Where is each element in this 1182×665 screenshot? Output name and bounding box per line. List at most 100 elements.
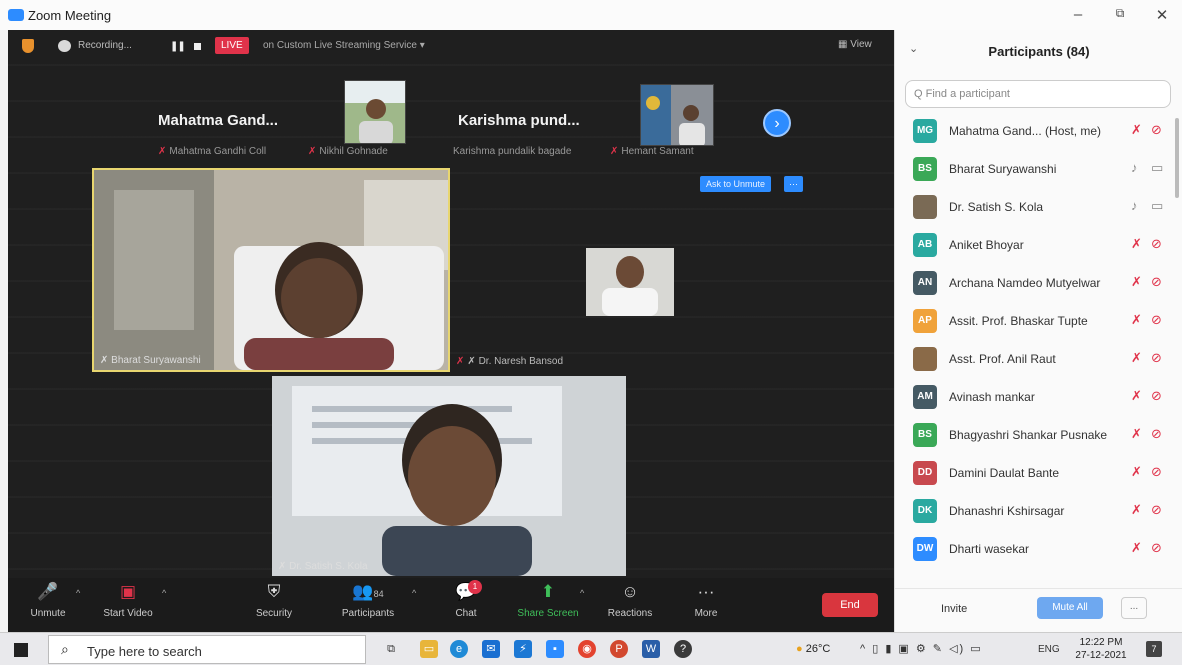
mic-muted-icon[interactable]: ✗ (1131, 388, 1142, 404)
word-icon[interactable]: W (642, 640, 660, 658)
avatar (913, 347, 937, 371)
mic-muted-icon[interactable]: ✗ (1131, 502, 1142, 518)
participant-row[interactable]: MG Mahatma Gand... (Host, me) ✗ ⊘ (895, 112, 1182, 150)
close-button[interactable]: ✕ (1150, 6, 1174, 26)
help-icon[interactable]: ? (674, 640, 692, 658)
end-meeting-button[interactable]: End (822, 593, 878, 617)
participant-row[interactable]: AN Archana Namdeo Mutyelwar ✗ ⊘ (895, 264, 1182, 302)
stop-recording-icon[interactable] (194, 43, 201, 50)
windows-start-icon[interactable] (14, 643, 28, 657)
mic-muted-icon[interactable]: ✗ (1131, 312, 1142, 328)
camera-off-icon[interactable]: ⊘ (1151, 122, 1162, 138)
participant-row[interactable]: DW Dharti wasekar ✗ ⊘ (895, 530, 1182, 568)
participants-button[interactable]: 👥84 Participants (328, 582, 408, 619)
language-indicator[interactable]: ENG (1038, 644, 1060, 655)
camera-off-icon[interactable]: ⊘ (1151, 540, 1162, 556)
edge-icon[interactable]: e (450, 640, 468, 658)
mic-muted-icon[interactable]: ✗ (1131, 350, 1142, 366)
participants-options-caret[interactable]: ^ (412, 588, 416, 598)
share-screen-button[interactable]: ⬆ Share Screen (508, 582, 588, 619)
participant-photo-hemant (641, 85, 713, 145)
restore-button[interactable]: ⧉ (1108, 6, 1132, 26)
file-explorer-icon[interactable]: ▭ (420, 640, 438, 658)
camera-off-icon[interactable]: ⊘ (1151, 388, 1162, 404)
system-tray-icons[interactable]: ^ ▯ ▮ ▣ ⚙ ✎ ◁) ▭ (860, 642, 983, 655)
participant-name: Aniket Bhoyar (949, 238, 1024, 252)
participant-row[interactable]: AP Assit. Prof. Bhaskar Tupte ✗ ⊘ (895, 302, 1182, 340)
live-badge[interactable]: LIVE (215, 37, 249, 54)
clock-time: 12:22 PM (1079, 637, 1123, 648)
view-button[interactable]: ▦ View (838, 39, 872, 50)
mail-icon[interactable]: ✉ (482, 640, 500, 658)
clock[interactable]: 12:22 PM 27-12-2021 (1072, 636, 1130, 662)
participant-row[interactable]: DK Dhanashri Kshirsagar ✗ ⊘ (895, 492, 1182, 530)
participant-row[interactable]: BS Bharat Suryawanshi ♪ ▭ (895, 150, 1182, 188)
participant-list: MG Mahatma Gand... (Host, me) ✗ ⊘ BS Bharat S… (895, 112, 1182, 578)
panel-more-button[interactable]: ... (1121, 597, 1147, 619)
camera-off-icon[interactable]: ⊘ (1151, 350, 1162, 366)
audio-options-caret[interactable]: ^ (76, 588, 80, 598)
camera-off-icon[interactable]: ⊘ (1151, 274, 1162, 290)
mic-muted-icon[interactable]: ✗ (1131, 464, 1142, 480)
invite-button[interactable]: Invite (933, 599, 975, 619)
zoom-taskbar-icon[interactable]: ▪ (546, 640, 564, 658)
participant-row[interactable]: Asst. Prof. Anil Raut ✗ ⊘ (895, 340, 1182, 378)
chat-button[interactable]: 💬 1 Chat (426, 580, 506, 619)
video-options-caret[interactable]: ^ (162, 588, 166, 598)
mute-all-button[interactable]: Mute All (1037, 597, 1103, 619)
participant-name: Archana Namdeo Mutyelwar (949, 276, 1101, 290)
store-icon[interactable]: ⚡ (514, 640, 532, 658)
weather-widget[interactable]: ● 26°C (796, 643, 830, 655)
camera-icon[interactable]: ▭ (1151, 198, 1163, 214)
chrome-icon[interactable]: ◉ (578, 640, 596, 658)
taskbar-search-box[interactable]: ⌕ Type here to search (48, 635, 366, 664)
avatar: DW (913, 537, 937, 561)
participant-row[interactable]: Dr. Satish S. Kola ♪ ▭ (895, 188, 1182, 226)
task-view-icon[interactable]: ⧉ (382, 640, 400, 658)
mic-muted-icon[interactable]: ✗ (1131, 274, 1142, 290)
avatar: BS (913, 157, 937, 181)
video-feed-satish (272, 376, 626, 576)
mic-muted-icon[interactable]: ✗ (1131, 122, 1142, 138)
camera-off-icon[interactable]: ⊘ (1151, 426, 1162, 442)
label-nikhil: ✗ Nikhil Gohnade (308, 146, 388, 157)
video-tile-satish[interactable]: ✗ Dr. Satish S. Kola (272, 376, 626, 576)
video-tile-naresh[interactable] (586, 248, 674, 316)
camera-off-icon[interactable]: ⊘ (1151, 502, 1162, 518)
avatar: AB (913, 233, 937, 257)
powerpoint-icon[interactable]: P (610, 640, 628, 658)
shield-icon: ⛨ (267, 582, 281, 601)
live-stream-service[interactable]: on Custom Live Streaming Service ▾ (263, 40, 425, 51)
participant-name: Assit. Prof. Bhaskar Tupte (949, 314, 1088, 328)
tile-more-button[interactable]: ··· (784, 176, 803, 192)
camera-off-icon[interactable]: ⊘ (1151, 312, 1162, 328)
mic-muted-icon[interactable]: ✗ (1131, 426, 1142, 442)
start-video-button[interactable]: ▣ Start Video (88, 582, 168, 619)
people-icon: 👥84 (352, 582, 384, 601)
participant-row[interactable]: AB Aniket Bhoyar ✗ ⊘ (895, 226, 1182, 264)
camera-off-icon[interactable]: ⊘ (1151, 464, 1162, 480)
camera-off-icon[interactable]: ⊘ (1151, 236, 1162, 252)
participant-row[interactable]: AM Avinash mankar ✗ ⊘ (895, 378, 1182, 416)
ask-to-unmute-button[interactable]: Ask to Unmute (700, 176, 772, 192)
participant-row[interactable]: BS Bhagyashri Shankar Pusnake ✗ ⊘ (895, 416, 1182, 454)
share-options-caret[interactable]: ^ (580, 588, 584, 598)
meeting-info-shield-icon[interactable] (22, 39, 34, 53)
more-button[interactable]: ··· More (666, 582, 746, 619)
panel-title: Participants (84) (988, 44, 1090, 59)
participant-row[interactable]: DD Damini Daulat Bante ✗ ⊘ (895, 454, 1182, 492)
mic-icon[interactable]: ♪ (1131, 198, 1138, 213)
participant-list-scrollbar[interactable] (1175, 118, 1179, 198)
next-page-button[interactable]: › (763, 109, 791, 137)
camera-icon[interactable]: ▭ (1151, 160, 1163, 176)
security-button[interactable]: ⛨ Security (234, 582, 314, 619)
mic-muted-icon[interactable]: ✗ (1131, 540, 1142, 556)
mic-icon[interactable]: ♪ (1131, 160, 1138, 175)
mic-muted-icon[interactable]: ✗ (1131, 236, 1142, 252)
reactions-button[interactable]: ☺ Reactions (590, 582, 670, 619)
video-tile-bharat[interactable]: ✗ Bharat Suryawanshi (92, 168, 450, 372)
notification-center-icon[interactable]: 7 (1146, 641, 1162, 657)
pause-recording-icon[interactable]: ❚❚ (170, 41, 186, 52)
minimize-button[interactable]: – (1066, 6, 1090, 26)
participant-search-input[interactable]: Q Find a participant (905, 80, 1171, 108)
